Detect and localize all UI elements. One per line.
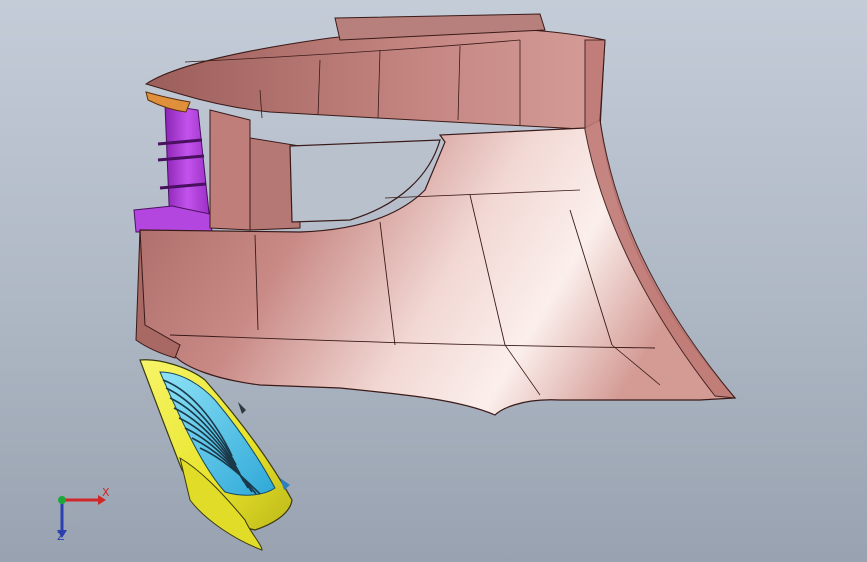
side-bracket[interactable] bbox=[133, 104, 213, 233]
cad-model[interactable] bbox=[0, 0, 867, 562]
y-axis-dot bbox=[58, 496, 66, 504]
grille-assembly[interactable] bbox=[139, 359, 293, 551]
z-axis-label: Z bbox=[57, 530, 65, 543]
graphics-viewport[interactable]: X Z bbox=[0, 0, 867, 562]
x-axis-label: X bbox=[102, 486, 110, 499]
